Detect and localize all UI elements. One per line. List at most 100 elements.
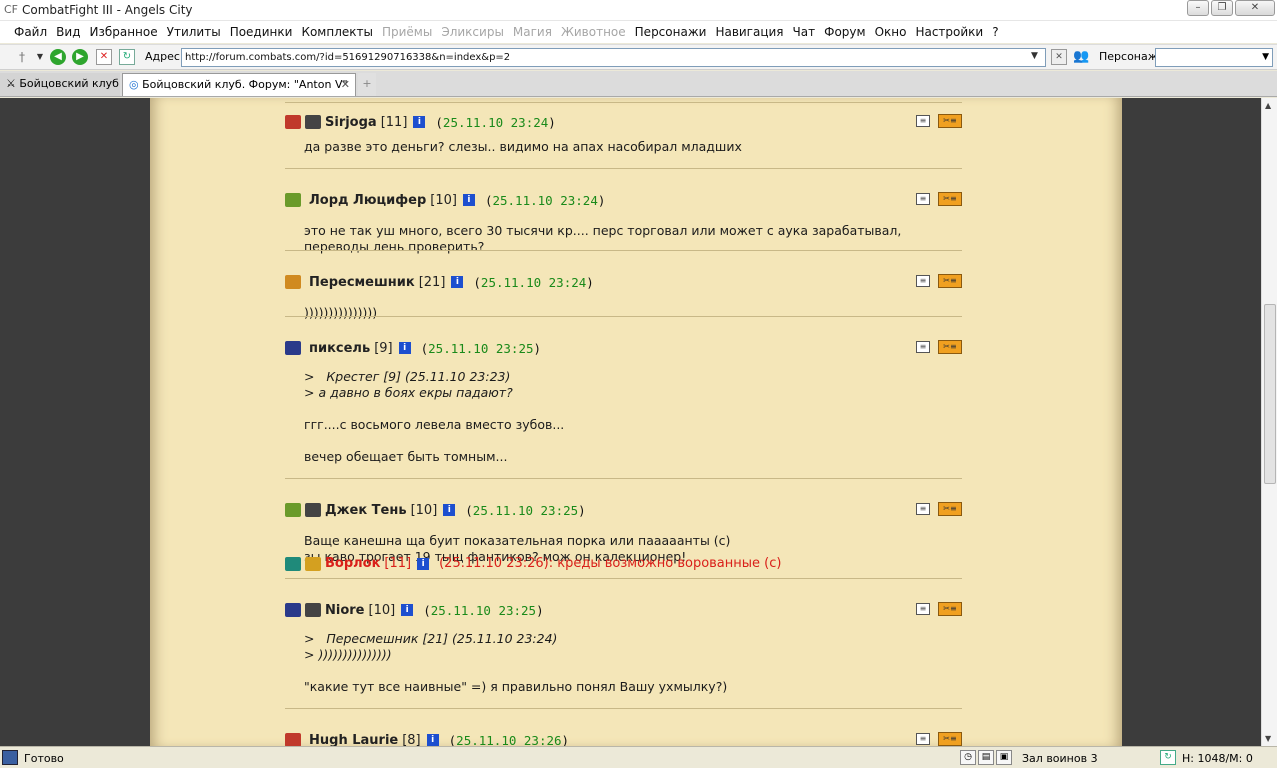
menu-item[interactable]: Навигация [715,25,783,39]
post-date: (25.11.10 23:26) [449,733,569,747]
vertical-scrollbar[interactable]: ▲ ▼ [1261,98,1277,746]
post-divider [285,578,962,579]
quote-icon[interactable]: ✂≡ [938,340,962,354]
forward-icon[interactable]: ▶ [72,49,88,65]
clock-icon[interactable]: ◷ [960,750,976,765]
scroll-down-icon[interactable]: ▼ [1265,734,1271,743]
info-icon[interactable]: i [462,194,475,206]
info-icon[interactable]: i [417,557,430,570]
back-icon[interactable]: ◀ [50,49,66,65]
post-text-line: ))))))))))))))) [304,305,378,320]
quote-icon[interactable]: ✂≡ [938,274,962,288]
paren: ( [423,602,431,618]
copy-icon[interactable]: ≡ [916,733,930,745]
author-nick[interactable]: Пересмешник [309,275,415,290]
address-dropdown-icon[interactable]: ▼ [1031,51,1038,61]
info-icon[interactable]: i [451,276,464,288]
status-icon [2,750,18,765]
info-icon[interactable]: i [401,604,414,616]
quote-line: > а давно в боях екры падают? [304,385,513,400]
info-icon[interactable]: i [398,342,411,354]
info-icon[interactable]: i [413,116,426,128]
book-icon[interactable]: ▤ [978,750,994,765]
copy-icon[interactable]: ≡ [916,115,930,127]
window-title: CombatFight III - Angels City [22,3,193,17]
character-select[interactable]: ▼ [1155,48,1273,67]
save-icon[interactable]: ▣ [996,750,1012,765]
menu-item[interactable]: Приёмы [382,25,432,39]
quote-icon[interactable]: ✂≡ [938,602,962,616]
menu-item[interactable]: Форум [824,25,865,39]
quote-icon[interactable]: ✂≡ [938,192,962,206]
menu-item[interactable]: Поединки [230,25,293,39]
copy-icon[interactable]: ≡ [916,275,930,287]
alignment-icon [285,275,301,289]
character-label: Персонаж: [1099,50,1162,63]
chevron-down-icon[interactable]: ▼ [32,49,48,65]
post-tools: ≡ ✂≡ [916,114,962,128]
menu-bar: Файл Вид Избранное Утилиты Поединки Комплекты… [0,21,1277,43]
info-icon[interactable]: i [443,504,456,516]
chevron-down-icon: ▼ [1262,52,1269,62]
maximize-icon[interactable]: ❐ [1211,0,1233,16]
author-level: [11] [380,114,408,130]
new-tab-icon[interactable]: + [358,73,376,96]
post-tools: ≡ ✂≡ [916,602,962,616]
menu-item[interactable]: Файл [14,25,47,39]
quote-icon[interactable]: ✂≡ [938,114,962,128]
info-icon[interactable]: i [426,734,439,746]
author-nick[interactable]: Лорд Люцифер [309,193,426,208]
clear-icon[interactable]: ✕ [1051,49,1067,65]
menu-item[interactable]: Магия [513,25,552,39]
menu-item[interactable]: Окно [875,25,907,39]
menu-item[interactable]: Настройки [915,25,983,39]
post-date: (25.11.10 23:25) [423,603,543,618]
menu-item[interactable]: Персонажи [635,25,707,39]
address-toolbar: † ▼ ◀ ▶ ✕ ↻ Адрес: ▼ ✕ 👥 Персонаж: ▼ [0,44,1277,70]
tab-combats[interactable]: ⚔ Бойцовский клуб [0,73,120,96]
address-input[interactable] [181,48,1046,67]
quote-icon[interactable]: ✂≡ [938,732,962,746]
refresh-icon[interactable]: ↻ [1160,750,1176,765]
paren: ) [533,340,542,356]
scroll-up-icon[interactable]: ▲ [1265,101,1271,110]
quote-icon[interactable]: ✂≡ [938,502,962,516]
paren: ( [473,274,481,290]
paren: ) [548,114,556,130]
people-icon[interactable]: 👥 [1073,49,1089,65]
author-nick[interactable]: Джек Тень [325,503,407,518]
menu-item[interactable]: Эликсиры [441,25,504,39]
paren: ) [597,192,606,208]
menu-item[interactable]: Чат [793,25,816,39]
pin-icon[interactable]: † [14,49,30,65]
copy-icon[interactable]: ≡ [916,503,930,515]
author-nick[interactable]: Hugh Laurie [309,733,398,747]
post-text-line: "какие тут все наивные" =) я правильно п… [304,679,728,694]
post-divider [285,102,962,103]
menu-item[interactable]: Вид [56,25,80,39]
menu-item[interactable]: Избранное [89,25,157,39]
paren: ) [561,732,570,747]
author-nick[interactable]: Niore [325,603,365,618]
tab-close-icon[interactable]: ✕ [341,78,350,91]
reply-nick[interactable]: Ворлок [325,556,380,571]
scroll-thumb[interactable] [1264,304,1276,484]
clan-icon [305,603,321,617]
copy-icon[interactable]: ≡ [916,193,930,205]
refresh-icon[interactable]: ↻ [119,49,135,65]
post-date: (25.11.10 23:24) [473,275,593,290]
clan-icon [305,556,321,571]
copy-icon[interactable]: ≡ [916,341,930,353]
author-nick[interactable]: Sirjoga [325,115,377,130]
author-level: [8] [402,732,421,747]
menu-item[interactable]: Утилиты [167,25,221,39]
minimize-icon[interactable]: – [1187,0,1209,16]
author-nick[interactable]: пиксель [309,341,370,356]
menu-item[interactable]: ? [992,25,998,39]
menu-item[interactable]: Животное [561,25,626,39]
menu-item[interactable]: Комплекты [301,25,373,39]
tab-forum[interactable]: ◎ Бойцовский клуб. Форум: "Anton V" ✕ [122,73,356,96]
close-icon[interactable]: ✕ [1235,0,1275,16]
stop-icon[interactable]: ✕ [96,49,112,65]
copy-icon[interactable]: ≡ [916,603,930,615]
